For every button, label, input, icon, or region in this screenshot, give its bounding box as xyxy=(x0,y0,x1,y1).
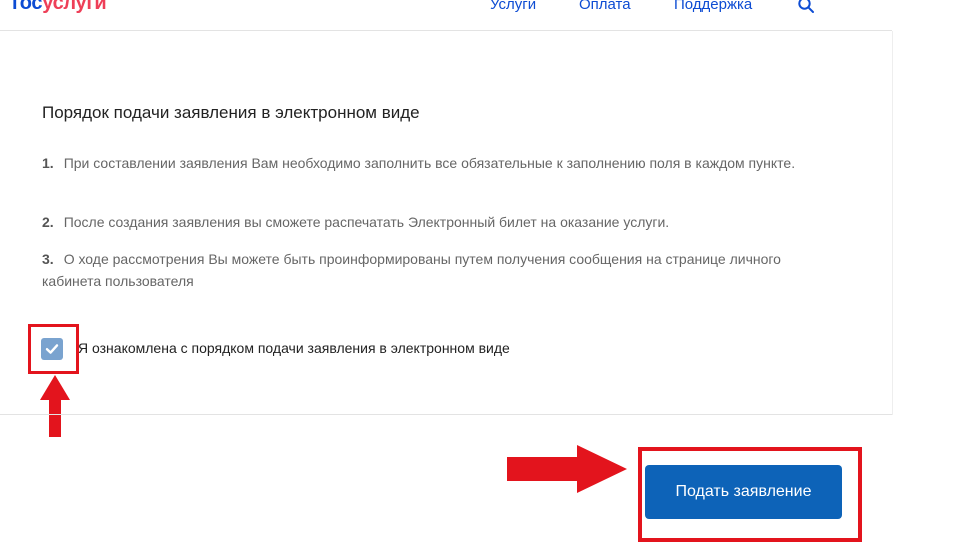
search-icon[interactable] xyxy=(797,0,815,14)
step-number: 2. xyxy=(42,214,54,230)
header-divider xyxy=(0,30,892,31)
step-number: 3. xyxy=(42,251,54,267)
footer-divider xyxy=(0,414,892,415)
step-text: При составлении заявления Вам необходимо… xyxy=(63,155,796,171)
nav-services[interactable]: Услуги xyxy=(490,0,536,13)
step-item-2: 2. После создания заявления вы сможете ра… xyxy=(42,211,832,233)
step-number: 1. xyxy=(42,155,54,171)
arrow-right-icon xyxy=(507,445,627,493)
agree-label[interactable]: Я ознакомлена с порядком подачи заявлени… xyxy=(78,340,510,356)
content-border xyxy=(892,31,893,415)
site-header: госуслуги Услуги Оплата Поддержка xyxy=(0,0,963,30)
submit-application-button[interactable]: Подать заявление xyxy=(645,465,842,519)
step-text: О ходе рассмотрения Вы можете быть проин… xyxy=(42,251,781,289)
arrow-up-icon xyxy=(40,375,70,437)
step-item-1: 1. При составлении заявления Вам необходи… xyxy=(42,152,832,174)
nav-payment[interactable]: Оплата xyxy=(579,0,631,13)
checkbox-highlight-frame xyxy=(28,324,79,374)
step-text: После создания заявления вы сможете расп… xyxy=(63,214,670,230)
step-item-3: 3. О ходе рассмотрения Вы можете быть про… xyxy=(42,248,832,292)
nav-support[interactable]: Поддержка xyxy=(674,0,752,13)
page-title: Порядок подачи заявления в электронном в… xyxy=(42,103,420,122)
gosuslugi-logo[interactable]: госуслуги xyxy=(12,0,107,15)
